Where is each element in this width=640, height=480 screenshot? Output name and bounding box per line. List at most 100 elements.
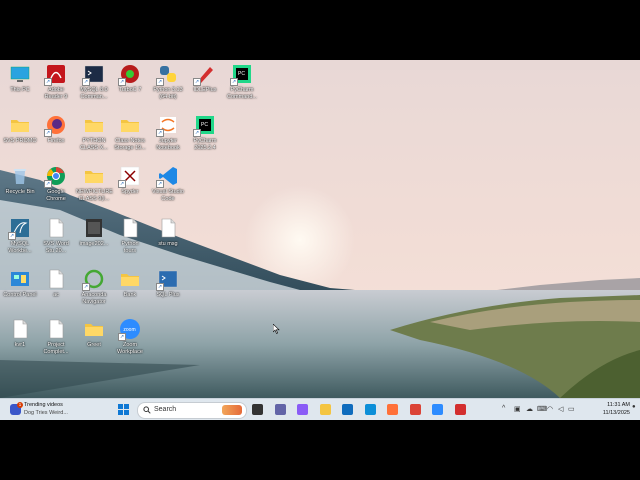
desktop-icon-image2025[interactable]: image202... [76, 217, 112, 248]
desktop[interactable]: This PC ↗ Adobe Reader 9 ↗ MySQL 8.0 Comman.… [0, 60, 640, 420]
widget-subtitle: Dog Tries Weird... [24, 410, 68, 416]
tray-app-icon[interactable]: ▣ [514, 405, 521, 413]
sqlplus-icon: ↗ [156, 268, 179, 291]
desktop-icon-chrome[interactable]: ↗ Google Chrome [38, 165, 74, 202]
taskbar-idle-button[interactable] [453, 402, 468, 417]
desktop-icon-kvr1[interactable]: kvr1 [2, 318, 38, 349]
jupyter-icon: ↗ [156, 114, 179, 137]
shortcut-arrow-icon: ↗ [156, 78, 164, 86]
shortcut-arrow-icon: ↗ [44, 129, 52, 137]
desktop-icon-label: Spyder [121, 189, 139, 195]
desktop-icon-project[interactable]: Project Complet... [38, 318, 74, 355]
shortcut-arrow-icon: ↗ [156, 180, 164, 188]
desktop-icon-python-tours[interactable]: Python tours [112, 217, 148, 254]
windows-logo-icon [118, 404, 129, 415]
svg-text:PC: PC [238, 71, 245, 77]
desktop-icon-mysql-wb[interactable]: ↗ MySQL Workbe... [2, 217, 38, 254]
desktop-icon-label: Visual Studio Code [151, 189, 184, 202]
desktop-icon-sqlplus[interactable]: ↗ SQL Plus [150, 268, 186, 299]
desktop-icon-python-class[interactable]: PYTHON CLASS X... [76, 114, 112, 151]
python-icon: ↗ [156, 63, 179, 86]
desktop-icon-this-pc[interactable]: This PC [2, 63, 38, 94]
desktop-icon-vscode[interactable]: ↗ Visual Studio Code [150, 165, 186, 202]
folder-icon [83, 165, 105, 187]
chrome-icon: ↗ [44, 165, 67, 188]
desktop-icon-label: NEWPICTURE CLASS 9(I... [76, 189, 113, 202]
desktop-icon-spyder[interactable]: ↗ Spyder [112, 165, 148, 196]
taskbar-chrome-button[interactable] [408, 402, 423, 417]
taskbar-zoom-button[interactable] [430, 402, 445, 417]
image-icon [83, 217, 105, 239]
taskbar-edge-button[interactable] [363, 402, 378, 417]
desktop-icon-svs-word[interactable]: SVS Word Stu 20... [38, 217, 74, 254]
desktop-icon-recycle[interactable]: Recycle Bin [2, 165, 38, 196]
shortcut-arrow-icon: ↗ [193, 78, 201, 86]
folder-icon [83, 114, 105, 136]
desktop-icon-label: Python tours [121, 241, 139, 254]
notification-bell-icon[interactable]: ● [632, 404, 636, 410]
desktop-icon-pycharm-cmd[interactable]: PC ↗ PyCharm Command... [224, 63, 260, 100]
desktop-icon-idle[interactable]: ↗ IDLEPlus [187, 63, 223, 94]
taskbar-store-button[interactable] [340, 402, 355, 417]
desktop-icon-stu-msg[interactable]: stu msg [150, 217, 186, 248]
desktop-icon-control-panel[interactable]: Control Panel [2, 268, 38, 299]
start-button[interactable] [116, 402, 131, 417]
desktop-icon-firefox[interactable]: ↗ Firefox [38, 114, 74, 145]
document-icon [157, 217, 179, 239]
widget-title: Trending videos [24, 402, 63, 408]
desktop-icon-label: Google Chrome [46, 189, 66, 202]
desktop-icon-label: PyCharm 2025.2.4 [193, 138, 217, 151]
tray-onedrive-icon[interactable]: ☁ [526, 405, 533, 413]
document-icon [45, 318, 67, 340]
clock-time: 11:31 AM [607, 402, 630, 408]
folder-icon [119, 268, 141, 290]
shortcut-arrow-icon: ↗ [44, 180, 52, 188]
desktop-icon-zoom[interactable]: zoom ↗ Zoom Workplace [112, 318, 148, 355]
desktop-icon-label: Jupyter Notebook [156, 138, 180, 151]
widgets-button[interactable]: 1 Trending videos Dog Tries Weird... [8, 401, 98, 419]
wifi-icon[interactable]: ◠ [547, 405, 553, 413]
desktop-icon-label: Project Complet... [43, 342, 69, 355]
document-icon [45, 217, 67, 239]
battery-icon[interactable]: ▭ [568, 405, 575, 413]
desktop-icon-pycharm[interactable]: PC ↗ PyCharm 2025.2.4 [187, 114, 223, 151]
shortcut-arrow-icon: ↗ [156, 129, 164, 137]
tray-language-icon[interactable]: ⌨ [537, 405, 547, 413]
desktop-icon-jupyter[interactable]: ↗ Jupyter Notebook [150, 114, 186, 151]
desktop-icon-label: kvr1 [14, 342, 26, 348]
desktop-icon-class-notes[interactable]: Class Notes Storage 19... [112, 114, 148, 151]
desktop-icon-anaconda[interactable]: ↗ Anaconda Navigator [76, 268, 112, 305]
shortcut-arrow-icon: ↗ [82, 283, 90, 291]
clock[interactable]: 11:31 AM 11/13/2025 [582, 401, 630, 417]
desktop-icon-python[interactable]: ↗ Python 3.13 (64-bit) [150, 63, 186, 100]
desktop-icon-label: stu msg [158, 241, 178, 247]
shortcut-arrow-icon: ↗ [118, 333, 126, 341]
desktop-icon-greet[interactable]: Greet [76, 318, 112, 349]
tray-chevron-icon[interactable]: ^ [502, 405, 505, 412]
desktop-icon-label: Bank [123, 292, 137, 298]
desktop-icon-turboc[interactable]: ↗ TurboC 7 [112, 63, 148, 94]
desktop-icon-mysql-cmd[interactable]: ↗ MySQL 8.0 Comman... [76, 63, 112, 100]
shortcut-arrow-icon: ↗ [118, 180, 126, 188]
desktop-icon-adobe-reader[interactable]: ↗ Adobe Reader 9 [38, 63, 74, 100]
taskbar-task-view-button[interactable] [250, 402, 265, 417]
search-box[interactable]: Search [137, 402, 247, 419]
edge-icon [364, 404, 376, 415]
folder-icon [9, 114, 31, 136]
volume-icon[interactable]: ◁ [558, 405, 563, 413]
pencil-icon: ↗ [193, 63, 216, 86]
pycharm-icon: PC ↗ [193, 114, 216, 137]
taskbar-firefox-button[interactable] [385, 402, 400, 417]
desktop-icon-bank[interactable]: Bank [112, 268, 148, 299]
clock-date: 11/13/2025 [602, 410, 630, 416]
desktop-icon-newpicture[interactable]: NEWPICTURE CLASS 9(I... [76, 165, 113, 202]
desktop-icon-svs-promo[interactable]: SVS PROMO [2, 114, 38, 145]
idle-icon [454, 404, 466, 415]
desktop-icon-label: Anaconda Navigator [81, 292, 107, 305]
document-icon [9, 318, 31, 340]
folder-icon [83, 318, 105, 340]
taskbar-teams-button[interactable] [273, 402, 288, 417]
taskbar-copilot-button[interactable] [295, 402, 310, 417]
taskbar-file-explorer-button[interactable] [318, 402, 333, 417]
desktop-icon-ac[interactable]: ac [38, 268, 74, 299]
